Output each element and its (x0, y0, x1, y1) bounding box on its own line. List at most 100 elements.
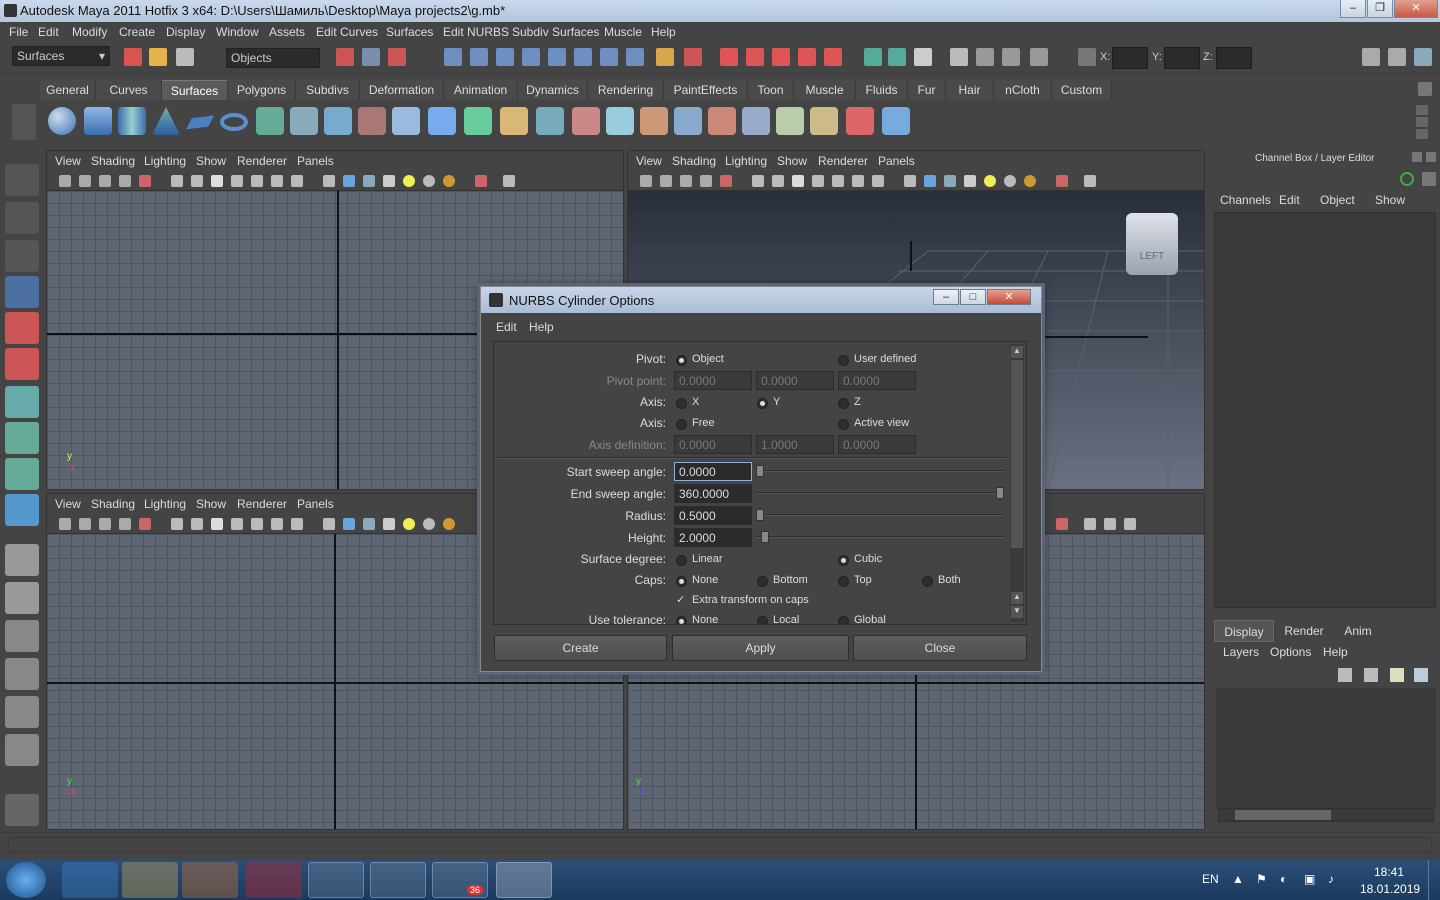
nurbs-cylinder-icon[interactable] (118, 107, 146, 135)
toolbox-settings-icon[interactable] (5, 794, 39, 826)
hud-icon[interactable] (1124, 518, 1136, 530)
menu-set-dropdown[interactable]: Surfaces ▾ (12, 46, 110, 66)
language-indicator[interactable]: EN (1202, 872, 1219, 886)
transform-mode-icon[interactable] (1078, 48, 1096, 66)
last-tool-icon[interactable] (5, 494, 39, 526)
dialog-close-icon[interactable]: ✕ (987, 289, 1031, 305)
2d-pan-zoom-icon[interactable] (139, 518, 151, 530)
single-perspective-layout-icon[interactable] (5, 544, 39, 576)
minimize-button[interactable]: – (1340, 0, 1366, 18)
ipr-render-icon[interactable] (1002, 48, 1020, 66)
nurbs-sphere-icon[interactable] (48, 107, 76, 135)
internet-explorer-icon[interactable] (62, 862, 118, 898)
field-chart-icon[interactable] (251, 175, 263, 187)
start-sweep-slider[interactable] (756, 465, 1004, 477)
isolate-select-icon[interactable] (1056, 518, 1068, 530)
layer-scrollbar[interactable] (1218, 808, 1434, 822)
shelf-tab-painteffects[interactable]: PaintEffects (664, 80, 748, 100)
highlight-selection-icon[interactable] (684, 48, 702, 66)
menu-edit-curves[interactable]: Edit Curves (316, 25, 378, 39)
slider-handle[interactable] (756, 465, 764, 477)
xray-joints-icon[interactable] (1104, 518, 1116, 530)
mask-misc-icon[interactable] (626, 48, 644, 66)
end-sweep-input[interactable]: 360.0000 (674, 484, 752, 503)
scroll-up-icon[interactable]: ▲ (1011, 346, 1023, 358)
shelf-tab-toon[interactable]: Toon (748, 80, 794, 100)
shelf-tab-curves[interactable]: Curves (96, 80, 162, 100)
attach-icon[interactable] (674, 107, 702, 135)
start-sweep-input[interactable]: 0.0000 (674, 462, 752, 481)
shelf-tab-rendering[interactable]: Rendering (588, 80, 664, 100)
media-player-icon[interactable] (182, 862, 238, 898)
layer-options-menu[interactable]: Options (1270, 645, 1311, 659)
2d-pan-zoom-icon[interactable] (720, 175, 732, 187)
field-chart-icon[interactable] (832, 175, 844, 187)
four-view-layout-icon[interactable] (5, 582, 39, 614)
smooth-shade-icon[interactable] (924, 175, 936, 187)
bevel-icon[interactable] (500, 107, 528, 135)
vp-menu-show[interactable]: Show (777, 154, 807, 168)
film-gate-icon[interactable] (772, 175, 784, 187)
trim-tool-icon[interactable] (606, 107, 634, 135)
shelf-tab-fur[interactable]: Fur (908, 80, 946, 100)
menu-window[interactable]: Window (216, 25, 259, 39)
extrude-icon[interactable] (358, 107, 386, 135)
vp-menu-panels[interactable]: Panels (878, 154, 915, 168)
2d-pan-zoom-icon[interactable] (139, 175, 151, 187)
shelf-tab-dynamics[interactable]: Dynamics (518, 80, 588, 100)
axis-active-view-radio[interactable]: Active view (838, 417, 909, 430)
shelf-tab-custom[interactable]: Custom (1052, 80, 1112, 100)
vp-menu-shading[interactable]: Shading (91, 154, 135, 168)
align-icon[interactable] (742, 107, 770, 135)
menu-surfaces[interactable]: Surfaces (386, 25, 433, 39)
clock-date[interactable]: 18.01.2019 (1360, 882, 1420, 896)
menu-subdiv-surfaces[interactable]: Subdiv Surfaces (512, 25, 599, 39)
input-history-icon[interactable] (864, 48, 882, 66)
snap-curve-icon[interactable] (746, 48, 764, 66)
shelf-tab-deformation[interactable]: Deformation (360, 80, 444, 100)
y-input[interactable] (1164, 47, 1200, 69)
network-icon[interactable]: ▣ (1304, 872, 1315, 886)
axis-def-y-field[interactable]: 1.0000 (756, 435, 834, 454)
resolution-gate-icon[interactable] (211, 518, 223, 530)
safe-action-icon[interactable] (852, 175, 864, 187)
persp-graph-layout-icon[interactable] (5, 658, 39, 690)
construction-history-icon[interactable] (914, 48, 932, 66)
extra-transform-checkbox[interactable]: Extra transform on caps (676, 593, 809, 606)
caps-top-radio[interactable]: Top (838, 574, 872, 587)
select-by-object-icon[interactable] (362, 48, 380, 66)
default-lighting-icon[interactable] (403, 518, 415, 530)
vp-menu-lighting[interactable]: Lighting (144, 497, 186, 511)
manipulator-tool-icon[interactable] (5, 386, 39, 418)
network-activity-icon[interactable]: ◐ (1280, 872, 1287, 886)
slider-handle[interactable] (761, 531, 769, 543)
shadows-icon[interactable] (443, 175, 455, 187)
shelf-tab-general[interactable]: General (40, 80, 96, 100)
persp-outliner-layout-icon[interactable] (5, 620, 39, 652)
menu-display[interactable]: Display (166, 25, 205, 39)
extend-icon[interactable] (846, 107, 874, 135)
vp-menu-renderer[interactable]: Renderer (818, 154, 868, 168)
new-layer-selected-icon[interactable] (1414, 668, 1428, 682)
output-history-icon[interactable] (888, 48, 906, 66)
untrim-icon[interactable] (640, 107, 668, 135)
maximize-button[interactable]: ❐ (1367, 0, 1393, 18)
pivot-object-radio[interactable]: Object (676, 353, 724, 366)
chrome-icon[interactable] (370, 862, 426, 898)
radius-slider[interactable] (756, 509, 1004, 521)
image-plane-icon[interactable] (119, 175, 131, 187)
default-lighting-icon[interactable] (403, 175, 415, 187)
nurbs-cube-icon[interactable] (84, 107, 112, 135)
lasso-tool-icon[interactable] (5, 202, 39, 234)
lock-selection-icon[interactable] (656, 48, 674, 66)
wireframe-on-shaded-icon[interactable] (944, 175, 956, 187)
channel-box-toggle-icon[interactable] (1414, 48, 1432, 66)
birail-icon[interactable] (392, 107, 420, 135)
vp-menu-shading[interactable]: Shading (91, 497, 135, 511)
loft-icon[interactable] (290, 107, 318, 135)
image-plane-icon[interactable] (119, 518, 131, 530)
dialog-maximize-button[interactable]: □ (960, 289, 986, 305)
vp-menu-show[interactable]: Show (196, 154, 226, 168)
grid-toggle-icon[interactable] (171, 518, 183, 530)
wireframe-on-shaded-icon[interactable] (363, 518, 375, 530)
